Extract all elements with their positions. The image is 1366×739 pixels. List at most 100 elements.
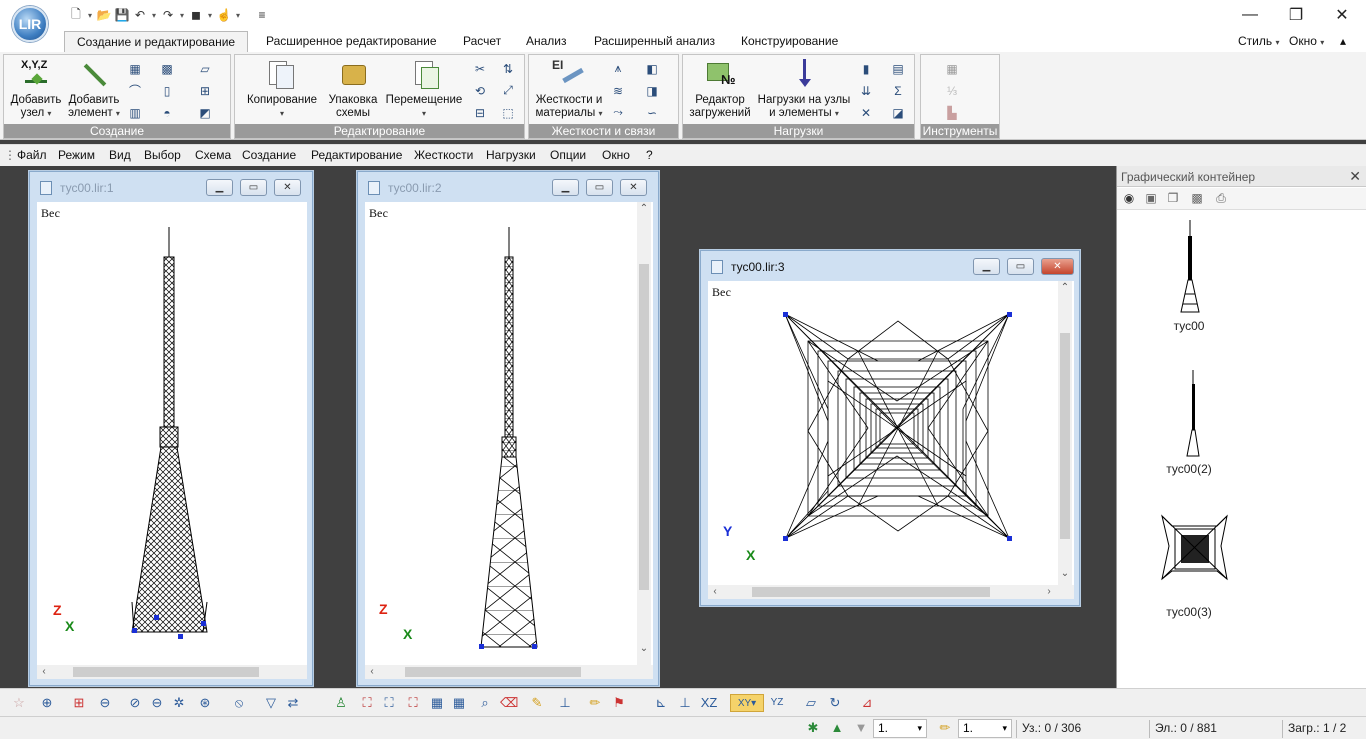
select-element-icon[interactable]: ⊞ [70,694,88,712]
stiffness-materials-button[interactable]: EI Жесткости и материалы ▾ [533,59,605,120]
mdi-window-3[interactable]: тус00.lir:3 ▁ ▭ ✕ Вес Y X ⌃ ⌄ ‹ › [700,250,1080,606]
menu-help[interactable]: ? [646,148,653,162]
tab-analysis[interactable]: Анализ [514,31,579,52]
mdi-window-1[interactable]: тус00.lir:1 ▁ ▭ ✕ Вес Z X ‹ [29,171,313,686]
window-1-minimize[interactable]: ▁ [206,179,233,196]
close-icon[interactable]: ✕ [1349,168,1361,185]
window-2-close[interactable]: ✕ [620,179,647,196]
star-icon[interactable]: ☆ [10,694,28,712]
window-2-titlebar[interactable]: тус00.lir:2 ▁ ▭ ✕ [358,172,658,202]
projection-icon[interactable]: ▱ [802,694,820,712]
horizontal-scrollbar[interactable]: ‹ [37,665,307,679]
menu-scheme[interactable]: Схема [195,148,231,162]
scroll-thumb[interactable] [639,264,649,590]
load-case-icon[interactable]: ◪ [887,103,909,122]
move-button[interactable]: Перемещение ▾ [385,59,463,120]
menu-window[interactable]: Окно [602,148,630,162]
pan-icon[interactable]: ⦸ [230,694,248,712]
horizontal-scrollbar[interactable]: ‹ [365,665,653,679]
app-logo[interactable]: LIR [12,6,48,42]
chevron-down-icon[interactable]: ▾ [150,7,158,23]
scroll-right-icon[interactable]: › [1042,585,1056,599]
rotate-icon[interactable]: ⟲ [469,81,491,100]
refresh-icon[interactable]: ⇄ [284,694,302,712]
image-icon[interactable]: ▩ [1189,191,1205,206]
scroll-up-icon[interactable]: ⌃ [637,202,651,216]
menu-stiffness[interactable]: Жесткости [414,148,473,162]
erase-icon[interactable]: ⌫ [500,694,518,712]
tab-advanced-edit[interactable]: Расширенное редактирование [254,31,449,52]
grid-icon[interactable]: ▦ [124,59,146,78]
dimension-icon[interactable]: ⊥ [556,694,574,712]
hand-icon[interactable]: ☝ [216,7,232,23]
support-icon[interactable]: ⩚ [607,59,629,78]
close-button[interactable]: ✕ [1319,0,1365,30]
tab-calculation[interactable]: Расчет [451,31,513,52]
save-icon[interactable]: ▣ [1143,191,1159,206]
nodal-loads-button[interactable]: Нагрузки на узлы и элементы ▾ [755,59,853,120]
scale-select-2[interactable]: 1. ▾ [958,719,1012,738]
vertical-scrollbar[interactable]: ⌃ ⌄ [1058,281,1072,585]
distributed-load-icon[interactable]: ⇊ [855,81,877,100]
cylinder-icon[interactable]: ▯ [156,81,178,100]
menu-edit[interactable]: Редактирование [311,148,402,162]
block-icon[interactable]: ◨ [641,81,663,100]
color-icon[interactable]: ◧ [641,59,663,78]
menu-file[interactable]: Файл [17,148,47,162]
settings-icon[interactable]: ⊛ [196,694,214,712]
down-icon[interactable]: ▼ [852,719,870,737]
scroll-thumb[interactable] [1060,333,1070,539]
shape-icon[interactable]: ◩ [194,103,216,122]
load-editor-button[interactable]: № Редактор загружений [687,59,753,120]
surface-icon[interactable]: ▱ [194,59,216,78]
arch-icon[interactable]: ⌒ [124,81,146,100]
scroll-left-icon[interactable]: ‹ [708,585,722,599]
fragment-icon[interactable]: ⛶ [358,694,376,712]
menu-loads[interactable]: Нагрузки [486,148,536,162]
print-icon[interactable]: ⎙ [1213,191,1229,206]
chevron-down-icon[interactable]: ▾ [234,7,242,23]
copy-icon[interactable]: ❐ [1165,191,1181,206]
axes-3d-icon[interactable]: ⊾ [652,694,670,712]
axes-iso-icon[interactable]: ⊥ [676,694,694,712]
menu-options[interactable]: Опции [550,148,586,162]
window-1-close[interactable]: ✕ [274,179,301,196]
view-1-canvas[interactable]: Вес Z X ‹ [37,202,307,679]
undo-icon[interactable]: ↶ [132,7,148,23]
mdi-window-2[interactable]: тус00.lir:2 ▁ ▭ ✕ Вес Z X ⌃ ⌄ ‹ [357,171,659,686]
dome-icon[interactable]: ◓ [156,103,178,122]
minimize-button[interactable]: — [1227,0,1273,30]
view-2-canvas[interactable]: Вес Z X ⌃ ⌄ ‹ [365,202,653,679]
scheme-icon[interactable]: ✱ [804,719,822,737]
thumbnail-2[interactable] [1157,366,1217,461]
paint-icon[interactable]: ✎ [528,694,546,712]
vertical-scrollbar[interactable] [293,202,307,665]
tab-design[interactable]: Конструирование [729,31,850,52]
vertical-scrollbar[interactable]: ⌃ ⌄ [637,202,651,665]
clip2-icon[interactable]: ▦ [450,694,468,712]
scroll-left-icon[interactable]: ‹ [365,665,379,679]
thumbnail-3[interactable] [1157,511,1237,591]
up-icon[interactable]: ▲ [828,719,846,737]
menu-mode[interactable]: Режим [58,148,95,162]
save-icon[interactable]: 💾 [114,7,130,23]
array-icon[interactable]: ⊟ [469,103,491,122]
customize-qat-icon[interactable]: ≡ [254,7,270,23]
menu-create[interactable]: Создание [242,148,296,162]
filter-icon[interactable]: ▽ [262,694,280,712]
pencil-icon[interactable]: ✏ [936,719,954,737]
rotate-view-icon[interactable]: ✲ [170,694,188,712]
new-file-icon[interactable]: 🗋 [68,7,84,23]
redo-icon[interactable]: ↷ [160,7,176,23]
view-xy-icon[interactable]: XY▾ [730,694,764,712]
connect-icon[interactable]: ∽ [641,103,663,122]
window-3-maximize[interactable]: ▭ [1007,258,1034,275]
collapse-ribbon-button[interactable]: ▴ [1336,31,1350,52]
chevron-down-icon[interactable]: ▾ [206,7,214,23]
search-icon[interactable]: ⌕ [476,694,494,712]
view-xz-icon[interactable]: XZ [700,694,718,712]
window-3-titlebar[interactable]: тус00.lir:3 ▁ ▭ ✕ [701,251,1079,281]
scroll-left-icon[interactable]: ‹ [37,665,51,679]
copy-button[interactable]: Копирование ▾ [243,59,321,120]
clip-icon[interactable]: ▦ [428,694,446,712]
